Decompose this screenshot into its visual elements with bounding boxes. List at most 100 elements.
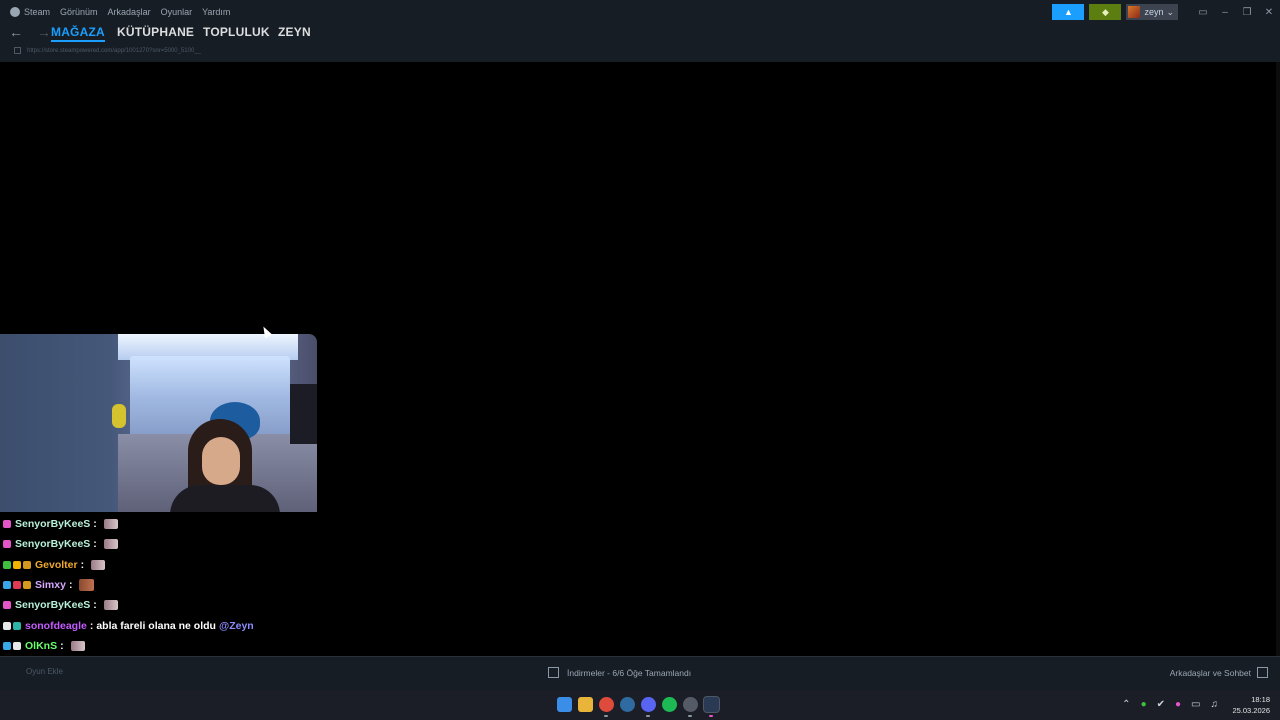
taskbar-clock[interactable]: 18:18 25.03.2026 [1232,694,1270,716]
avatar [1128,6,1141,18]
chat-emote-icon [91,559,106,570]
chat-badge-icon [3,540,11,549]
restore-icon[interactable]: ❐ [1236,7,1258,18]
steam-active-icon[interactable] [703,696,720,717]
add-game-button[interactable]: Oyun Ekle [10,667,63,676]
user-menu[interactable]: zeyn ⌄ [1126,4,1178,20]
announcements-button[interactable]: ▲ [1052,4,1085,20]
chat-badge-icon [3,641,11,650]
system-tray: ⌃ ● ✔ ● ▭ ♫ [1112,699,1218,710]
chat-message: OlKnS: [3,636,303,656]
chat-badge-icon [23,560,31,569]
face [202,437,240,485]
chat-badge-icon [13,581,21,590]
url-bar[interactable]: https://store.steampowered.com/app/10012… [14,47,201,54]
tray-status-icon[interactable]: ● [1141,699,1147,710]
chat-badge-icon [3,581,11,590]
notifications-button[interactable]: ◆ [1089,4,1122,20]
chat-badge-icon [3,601,11,610]
chat-username[interactable]: SenyorByKeeS [15,538,90,550]
chat-username[interactable]: SenyorByKeeS [15,518,90,530]
windows-start-icon[interactable] [557,697,572,712]
menu-view[interactable]: Görünüm [60,7,98,17]
chat-message: sonofdeagle: abla fareli olana ne oldu @Ze… [3,615,303,635]
chat-message: SenyorByKeeS: [3,595,303,615]
tab-profile[interactable]: ZEYN [278,25,311,39]
windows-taskbar: ⌃ ● ✔ ● ▭ ♫ 18:18 25.03.2026 [0,690,1280,720]
obs-icon[interactable] [683,697,698,717]
menu-help[interactable]: Yardım [202,7,230,17]
big-picture-icon[interactable]: ▭ [1192,7,1214,18]
clock-date: 25.03.2026 [1232,706,1270,715]
chat-separator: : [60,639,64,652]
chat-separator: : [68,579,73,592]
chat-username[interactable]: OlKnS [25,640,57,652]
steam-logo-icon [10,7,20,17]
chat-badge-icon [3,520,11,529]
tray-display-icon[interactable]: ▭ [1191,699,1200,710]
add-game-label: Oyun Ekle [26,667,63,676]
steam-app-icon[interactable] [620,697,635,712]
chat-mention[interactable]: @Zeyn [219,620,254,632]
chat-emote-icon [103,539,118,550]
chat-badge-icon [3,621,11,630]
file-explorer-icon[interactable] [578,697,593,712]
streamer [170,419,280,512]
url-text: https://store.steampowered.com/app/10012… [27,48,201,55]
chat-message: Simxy: [3,575,303,595]
tray-chevron-up-icon[interactable]: ⌃ [1122,699,1130,710]
downloads-label: İndirmeler - 6/6 Öğe Tamamlandı [567,667,692,678]
chat-separator: : [89,619,94,632]
tab-community[interactable]: TOPLULUK [203,25,270,39]
chat-username[interactable]: Gevolter [35,559,78,571]
username-label: zeyn [1144,7,1164,17]
chat-emote-icon [70,640,85,651]
discord-icon[interactable] [641,697,656,717]
lock-icon [14,47,21,54]
chat-username[interactable]: sonofdeagle [25,620,87,632]
tab-store[interactable]: MAĞAZA [51,25,105,42]
taskbar-apps [557,696,725,717]
tray-steam-icon[interactable]: ✔ [1157,699,1165,710]
chat-badge-icon [13,641,21,650]
chat-text: abla fareli olana ne oldu [96,619,216,632]
megaphone-icon: ▲ [1063,7,1073,17]
menu-steam[interactable]: Steam [24,7,50,17]
steam-bottom-bar: Oyun Ekle İndirmeler - 6/6 Öğe Tamamland… [0,656,1280,690]
steam-menu-bar: Steam Görünüm Arkadaşlar Oyunlar Yardım … [0,0,1280,24]
menu-games[interactable]: Oyunlar [161,7,193,17]
chevron-down-icon: ⌄ [1166,6,1174,17]
chat-badge-icon [13,560,21,569]
downloads-status[interactable]: İndirmeler - 6/6 Öğe Tamamlandı [548,667,691,678]
chat-emote-icon [103,519,118,530]
tab-library[interactable]: KÜTÜPHANE [117,25,194,39]
chrome-icon[interactable] [599,697,614,717]
yellow-plush [112,404,126,428]
chat-badge-icon [3,560,11,569]
chat-badge-icon [13,621,21,630]
tray-volume-icon[interactable]: ♫ [1211,699,1219,710]
back-arrow-icon[interactable]: ← [9,24,23,40]
friends-label: Arkadaşlar ve Sohbet [1169,667,1251,678]
chat-separator: : [80,558,85,571]
close-icon[interactable]: ✕ [1258,7,1280,18]
tray-microphone-icon[interactable]: ● [1175,699,1181,710]
scrollbar[interactable] [1276,62,1280,656]
dark-object [290,384,317,444]
chat-username[interactable]: Simxy [35,579,66,591]
clock-time: 18:18 [1251,695,1270,704]
menu-friends[interactable]: Arkadaşlar [108,7,151,17]
top-right-controls: ▲ ◆ zeyn ⌄ ▭ – ❐ ✕ [1052,4,1280,20]
minimize-icon[interactable]: – [1214,7,1236,18]
friends-chat-button[interactable]: Arkadaşlar ve Sohbet [1170,667,1268,678]
forward-arrow-icon[interactable]: → [37,24,51,40]
bell-icon: ◆ [1101,6,1109,17]
spotify-icon[interactable] [662,697,677,712]
chat-badge-icon [23,581,31,590]
steam-nav-bar: ← → MAĞAZA KÜTÜPHANE TOPLULUK ZEYN https… [0,24,1280,63]
chat-username[interactable]: SenyorByKeeS [15,599,90,611]
friends-icon [1257,667,1268,678]
webcam-overlay [0,334,317,512]
chat-message: SenyorByKeeS: [3,514,303,534]
chat-message: SenyorByKeeS: [3,534,303,554]
